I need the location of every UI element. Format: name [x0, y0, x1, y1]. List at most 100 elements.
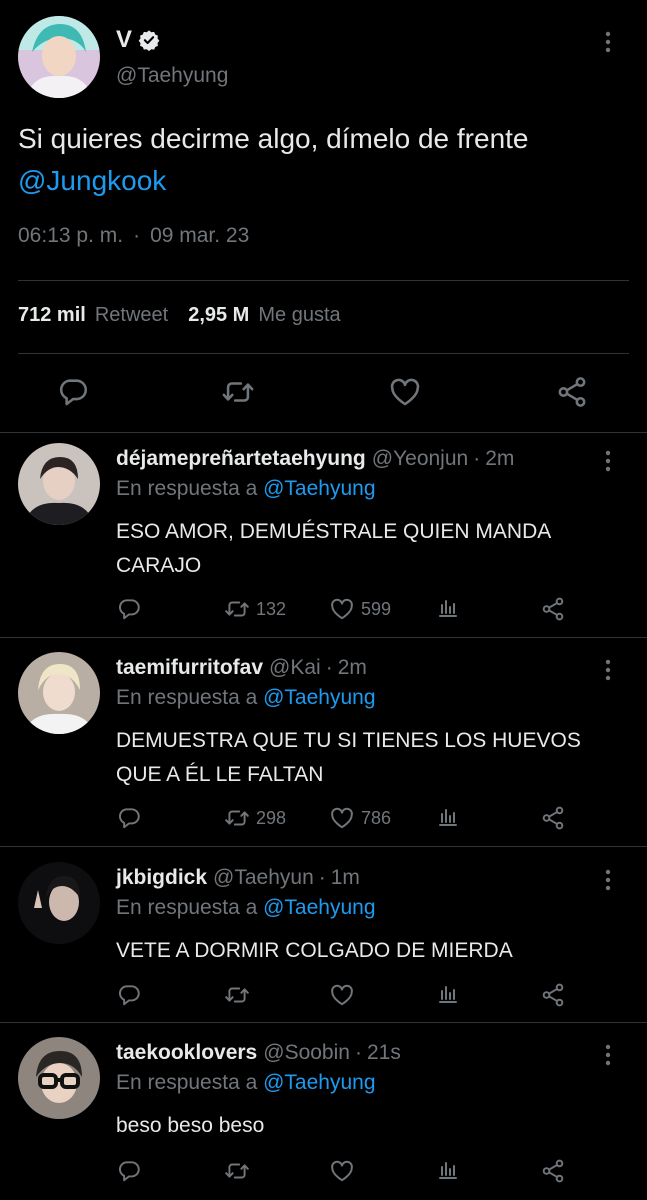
verified-badge-icon [138, 29, 160, 52]
reply-icon[interactable] [56, 375, 90, 409]
reply-author-handle[interactable]: @Soobin [263, 1041, 350, 1065]
author-name[interactable]: V [116, 26, 132, 54]
reply-author-name[interactable]: jkbigdick [116, 866, 207, 890]
tweet-text: Si quieres decirme algo, dímelo de frent… [18, 118, 628, 202]
reply-icon [116, 596, 142, 622]
separator [0, 1022, 647, 1023]
time-separator: · [325, 656, 333, 679]
like-count[interactable]: 2,95 M [188, 304, 249, 327]
share-button[interactable] [540, 596, 566, 622]
reply-to-link[interactable]: @Taehyung [263, 896, 375, 919]
reply-to-link[interactable]: @Taehyung [263, 477, 375, 500]
reply-item[interactable]: déjamepreñartetaehyung @Yeonjun · 2m En … [0, 433, 647, 637]
reply-item[interactable]: taekooklovers @Soobin · 21s En respuesta… [0, 1027, 647, 1200]
reply-item[interactable]: taemifurritofav @Kai · 2m En respuesta a… [0, 642, 647, 846]
reply-time: 21s [366, 1041, 401, 1064]
reply-text: ESO AMOR, DEMUÉSTRALE QUIEN MANDA CARAJO [116, 520, 551, 577]
reply-button[interactable] [116, 982, 142, 1008]
author-handle[interactable]: @Taehyung [116, 64, 228, 88]
tweet-body: Si quieres decirme algo, dímelo de frent… [18, 123, 529, 154]
reply-context: En respuesta a @Taehyung [116, 477, 376, 501]
views-button[interactable] [436, 982, 460, 1006]
views-button[interactable] [436, 805, 460, 829]
retweet-button[interactable]: 132 [224, 596, 286, 622]
share-icon[interactable] [555, 375, 589, 409]
reply-action-bar [116, 1158, 596, 1188]
reply-avatar[interactable] [18, 443, 100, 525]
more-options-icon[interactable] [603, 449, 613, 473]
time-separator: · [473, 447, 481, 470]
reply-author-name[interactable]: taekooklovers [116, 1041, 257, 1065]
retweet-button[interactable]: 298 [224, 805, 286, 831]
author-avatar[interactable] [18, 16, 100, 98]
reply-avatar[interactable] [18, 1037, 100, 1119]
tweet-time: 06:13 p. m. [18, 224, 124, 247]
retweet-label[interactable]: Retweet [95, 304, 168, 327]
like-button[interactable] [329, 982, 361, 1008]
reply-to-link[interactable]: @Taehyung [263, 1071, 375, 1094]
views-button[interactable] [436, 1158, 460, 1182]
share-icon [540, 1158, 566, 1184]
share-button[interactable] [540, 982, 566, 1008]
reply-icon [116, 805, 142, 831]
like-button[interactable]: 599 [329, 596, 391, 622]
retweet-icon[interactable] [221, 375, 255, 409]
reply-icon [116, 982, 142, 1008]
time-separator: · [318, 866, 326, 889]
reply-author-name[interactable]: déjamepreñartetaehyung [116, 447, 366, 471]
reply-author-handle[interactable]: @Yeonjun [372, 447, 468, 471]
main-tweet: V @Taehyung Si quieres decirme algo, dím… [0, 0, 647, 432]
reply-item[interactable]: jkbigdick @Taehyun · 1m En respuesta a @… [0, 852, 647, 1022]
reply-button[interactable] [116, 805, 142, 831]
reply-to-link[interactable]: @Taehyung [263, 686, 375, 709]
time-separator: · [354, 1041, 362, 1064]
like-button[interactable] [329, 1158, 361, 1184]
mention-link[interactable]: @Jungkook [18, 165, 166, 196]
retweet-button[interactable] [224, 1158, 256, 1184]
reply-action-bar: 298 786 [116, 805, 596, 835]
retweet-count: 298 [256, 807, 287, 828]
retweet-icon [224, 596, 250, 622]
reply-avatar[interactable] [18, 862, 100, 944]
tweet-stats: 712 mil Retweet 2,95 M Me gusta [18, 304, 361, 327]
tweet-timestamp[interactable]: 06:13 p. m. · 09 mar. 23 [18, 224, 249, 248]
retweet-icon [224, 982, 250, 1008]
share-icon [540, 982, 566, 1008]
reply-text: VETE A DORMIR COLGADO DE MIERDA [116, 939, 513, 962]
like-icon [329, 596, 355, 622]
separator [0, 846, 647, 847]
reply-icon [116, 1158, 142, 1184]
reply-time: 2m [337, 656, 367, 679]
retweet-count[interactable]: 712 mil [18, 304, 86, 327]
divider [18, 280, 629, 281]
reply-context-label: En respuesta a [116, 896, 258, 919]
reply-context: En respuesta a @Taehyung [116, 896, 376, 920]
tweet-date: 09 mar. 23 [150, 224, 250, 247]
reply-context: En respuesta a @Taehyung [116, 686, 376, 710]
retweet-button[interactable] [224, 982, 256, 1008]
reply-author-handle[interactable]: @Taehyun [213, 866, 314, 890]
like-label[interactable]: Me gusta [258, 304, 340, 327]
views-icon [436, 805, 460, 829]
reply-avatar[interactable] [18, 652, 100, 734]
reply-button[interactable] [116, 1158, 142, 1184]
reply-author-handle[interactable]: @Kai [269, 656, 321, 680]
views-icon [436, 982, 460, 1006]
more-options-icon[interactable] [603, 868, 613, 892]
like-button[interactable]: 786 [329, 805, 391, 831]
share-button[interactable] [540, 805, 566, 831]
reply-author-name[interactable]: taemifurritofav [116, 656, 263, 680]
views-icon [436, 596, 460, 620]
reply-button[interactable] [116, 596, 142, 622]
share-icon [540, 596, 566, 622]
more-options-icon[interactable] [603, 658, 613, 682]
reply-context-label: En respuesta a [116, 1071, 258, 1094]
like-icon [329, 982, 355, 1008]
more-options-icon[interactable] [603, 1043, 613, 1067]
more-options-icon[interactable] [603, 30, 613, 54]
views-button[interactable] [436, 596, 460, 620]
like-icon[interactable] [388, 375, 422, 409]
reply-time: 1m [330, 866, 360, 889]
like-count: 786 [361, 807, 392, 828]
share-button[interactable] [540, 1158, 566, 1184]
